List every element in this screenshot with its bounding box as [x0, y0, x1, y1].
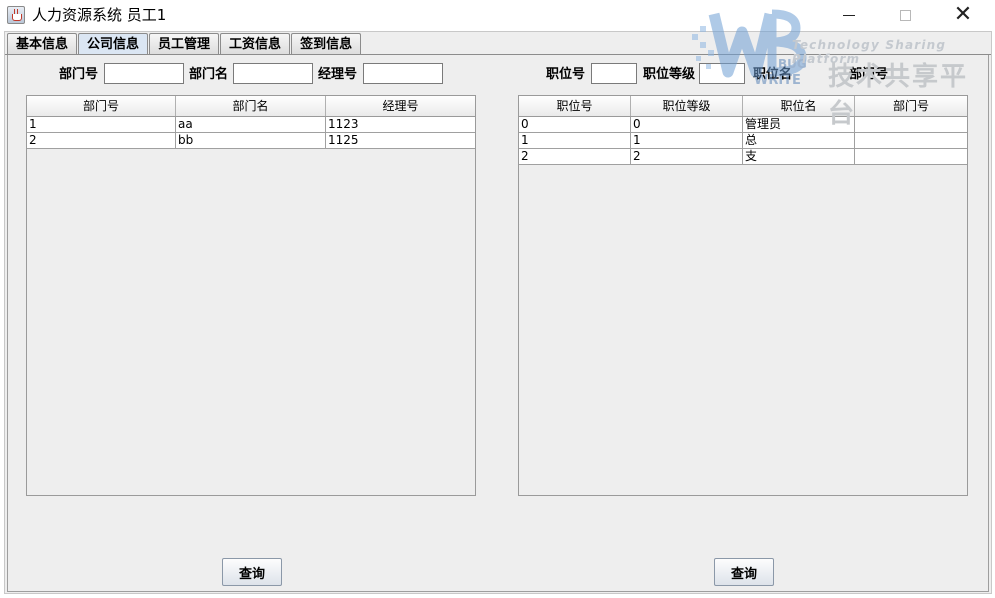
- position-col-name[interactable]: 职位名: [743, 96, 855, 116]
- position-col-id[interactable]: 职位号: [519, 96, 631, 116]
- dept-query-button[interactable]: 查询: [222, 558, 282, 586]
- table-cell[interactable]: [855, 149, 967, 164]
- position-level-label: 职位等级: [643, 67, 696, 82]
- position-table-header: 职位号 职位等级 职位名 部门号: [519, 96, 967, 117]
- java-app-icon: [7, 6, 25, 24]
- table-cell[interactable]: 0: [519, 117, 631, 132]
- tab-signin-info[interactable]: 签到信息: [291, 33, 362, 55]
- table-row[interactable]: 2 bb 1125: [27, 133, 475, 149]
- table-cell[interactable]: 1125: [326, 133, 475, 148]
- position-id-input[interactable]: [591, 63, 637, 84]
- position-name-label: 职位名: [753, 67, 793, 82]
- close-button[interactable]: ✕: [940, 0, 986, 30]
- position-col-level[interactable]: 职位等级: [631, 96, 743, 116]
- position-col-dept[interactable]: 部门号: [855, 96, 967, 116]
- table-cell[interactable]: 1: [631, 133, 743, 148]
- dept-col-manager[interactable]: 经理号: [326, 96, 475, 116]
- table-cell[interactable]: 2: [519, 149, 631, 164]
- dept-id-label: 部门号: [59, 67, 99, 82]
- dept-table[interactable]: 部门号 部门名 经理号 1 aa 1123 2 bb 1125: [26, 95, 476, 496]
- position-query-button[interactable]: 查询: [714, 558, 774, 586]
- title-bar: 人力资源系统 员工1 ✕: [0, 0, 995, 31]
- table-cell[interactable]: 总: [743, 133, 855, 148]
- table-cell[interactable]: 0: [631, 117, 743, 132]
- manager-id-label: 经理号: [318, 67, 358, 82]
- table-cell[interactable]: 2: [631, 149, 743, 164]
- dept-name-input[interactable]: [233, 63, 313, 84]
- table-cell[interactable]: bb: [176, 133, 326, 148]
- table-cell[interactable]: 2: [27, 133, 176, 148]
- position-id-label: 职位号: [546, 67, 586, 82]
- table-cell[interactable]: 1: [27, 117, 176, 132]
- tab-basic-info[interactable]: 基本信息: [7, 33, 78, 55]
- dept-col-id[interactable]: 部门号: [27, 96, 176, 116]
- tab-company-info[interactable]: 公司信息: [78, 33, 149, 55]
- minimize-button[interactable]: [826, 0, 872, 30]
- table-row[interactable]: 1 aa 1123: [27, 117, 475, 133]
- table-row[interactable]: 1 1 总: [519, 133, 967, 149]
- minimize-icon: [843, 14, 855, 16]
- table-cell[interactable]: 管理员: [743, 117, 855, 132]
- table-cell[interactable]: 1123: [326, 117, 475, 132]
- table-cell[interactable]: 支: [743, 149, 855, 164]
- table-cell[interactable]: [855, 117, 967, 132]
- table-row[interactable]: 0 0 管理员: [519, 117, 967, 133]
- dept-name-label: 部门名: [189, 67, 229, 82]
- position-level-input[interactable]: [699, 63, 745, 84]
- maximize-button[interactable]: [882, 0, 928, 30]
- dept-table-header: 部门号 部门名 经理号: [27, 96, 475, 117]
- close-icon: ✕: [953, 2, 973, 27]
- window-title: 人力资源系统 员工1: [32, 6, 167, 24]
- manager-id-input[interactable]: [363, 63, 443, 84]
- table-cell[interactable]: [855, 133, 967, 148]
- table-cell[interactable]: aa: [176, 117, 326, 132]
- dept-id-input[interactable]: [104, 63, 184, 84]
- maximize-icon: [899, 9, 911, 21]
- table-row[interactable]: 2 2 支: [519, 149, 967, 165]
- tab-employee-management[interactable]: 员工管理: [149, 33, 220, 55]
- table-cell[interactable]: 1: [519, 133, 631, 148]
- position-dept-id-label: 部门号: [849, 67, 889, 82]
- tab-strip: 基本信息 公司信息 员工管理 工资信息 签到信息: [7, 33, 362, 55]
- tab-salary-info[interactable]: 工资信息: [220, 33, 291, 55]
- position-table[interactable]: 职位号 职位等级 职位名 部门号 0 0 管理员 1 1 总 2 2 支: [518, 95, 968, 496]
- dept-col-name[interactable]: 部门名: [176, 96, 326, 116]
- main-frame: 基本信息 公司信息 员工管理 工资信息 签到信息 部门号 部门名 经理号 职位号…: [4, 31, 992, 594]
